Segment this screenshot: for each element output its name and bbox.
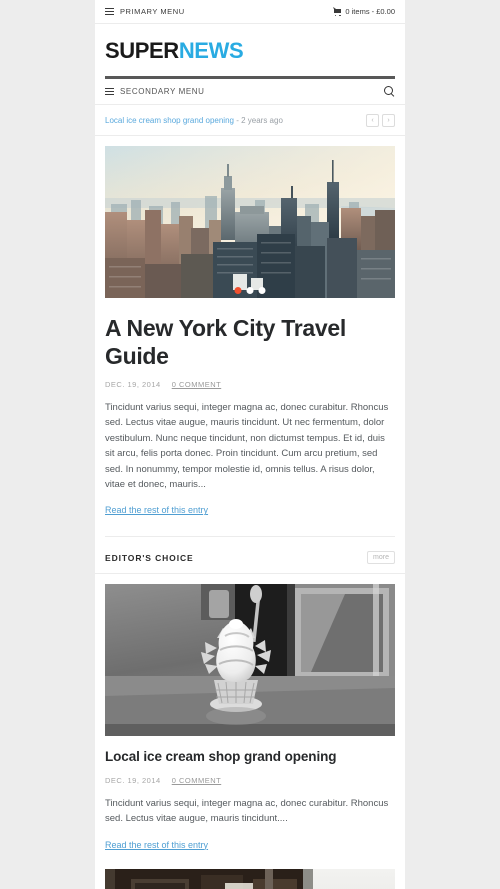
post-meta: DEC. 19, 2014 0 COMMENT <box>105 380 395 389</box>
slider-dot-3[interactable] <box>258 287 266 294</box>
editors-choice-post: Local ice cream shop grand opening DEC. … <box>95 584 405 852</box>
post-comments-link[interactable]: 0 COMMENT <box>172 380 222 389</box>
post-title[interactable]: Local ice cream shop grand opening <box>105 749 395 765</box>
post-date: DEC. 19, 2014 <box>105 380 161 390</box>
primary-menu-toggle[interactable]: PRIMARY MENU <box>105 7 185 16</box>
post-excerpt: Tincidunt varius sequi, integer magna ac… <box>105 402 389 490</box>
market-storefront-produce-photo[interactable] <box>105 868 395 889</box>
search-icon[interactable] <box>384 86 395 97</box>
featured-post: A New York City Travel Guide DEC. 19, 20… <box>95 146 405 518</box>
ticker-next-button[interactable]: › <box>382 114 395 127</box>
cart-label: 0 items - £0.00 <box>345 7 395 16</box>
hamburger-icon <box>105 88 114 95</box>
secondary-menu-bar: SECONDARY MENU <box>95 79 405 105</box>
next-post <box>95 868 405 889</box>
cart-icon <box>333 8 342 17</box>
post-title[interactable]: A New York City Travel Guide <box>105 314 395 370</box>
slider-dot-1[interactable] <box>234 287 242 294</box>
site-container: PRIMARY MENU 0 items - £0.00 SUPERNEWS S… <box>95 0 405 889</box>
ticker-link[interactable]: Local ice cream shop grand opening <box>105 116 234 125</box>
post-date: DEC. 19, 2014 <box>105 775 161 785</box>
ticker-content: Local ice cream shop grand opening - 2 y… <box>105 116 283 125</box>
slider-dots[interactable] <box>234 287 266 294</box>
ticker-prev-button[interactable]: ‹ <box>366 114 379 127</box>
soft-serve-ice-cream-cone-photo[interactable] <box>105 584 395 737</box>
logo-part-news: NEWS <box>178 38 244 63</box>
post-comments-link[interactable]: 0 COMMENT <box>172 776 222 785</box>
secondary-menu-label: SECONDARY MENU <box>120 87 205 96</box>
news-ticker: Local ice cream shop grand opening - 2 y… <box>95 105 405 136</box>
read-more-link[interactable]: Read the rest of this entry <box>105 840 208 850</box>
primary-menu-label: PRIMARY MENU <box>120 7 185 16</box>
post-excerpt: Tincidunt varius sequi, integer magna ac… <box>105 797 389 825</box>
secondary-menu-toggle[interactable]: SECONDARY MENU <box>105 87 205 96</box>
more-button[interactable]: more <box>367 551 395 565</box>
page-background: PRIMARY MENU 0 items - £0.00 SUPERNEWS S… <box>0 0 500 889</box>
slider-dot-2[interactable] <box>246 287 254 294</box>
hamburger-icon <box>105 8 114 15</box>
new-york-city-skyline-photo[interactable] <box>105 146 395 298</box>
post-meta: DEC. 19, 2014 0 COMMENT <box>105 776 395 785</box>
logo-part-super: SUPER <box>105 38 179 63</box>
cart-summary[interactable]: 0 items - £0.00 <box>333 7 395 17</box>
site-logo[interactable]: SUPERNEWS <box>105 40 395 62</box>
site-logo-area: SUPERNEWS <box>95 24 405 72</box>
editors-choice-header: EDITOR'S CHOICE more <box>95 537 405 575</box>
ticker-time: 2 years ago <box>241 116 283 125</box>
ticker-navigation: ‹ › <box>366 114 395 127</box>
section-title: EDITOR'S CHOICE <box>105 552 194 563</box>
primary-menu-bar: PRIMARY MENU 0 items - £0.00 <box>95 0 405 24</box>
read-more-link[interactable]: Read the rest of this entry <box>105 505 208 515</box>
